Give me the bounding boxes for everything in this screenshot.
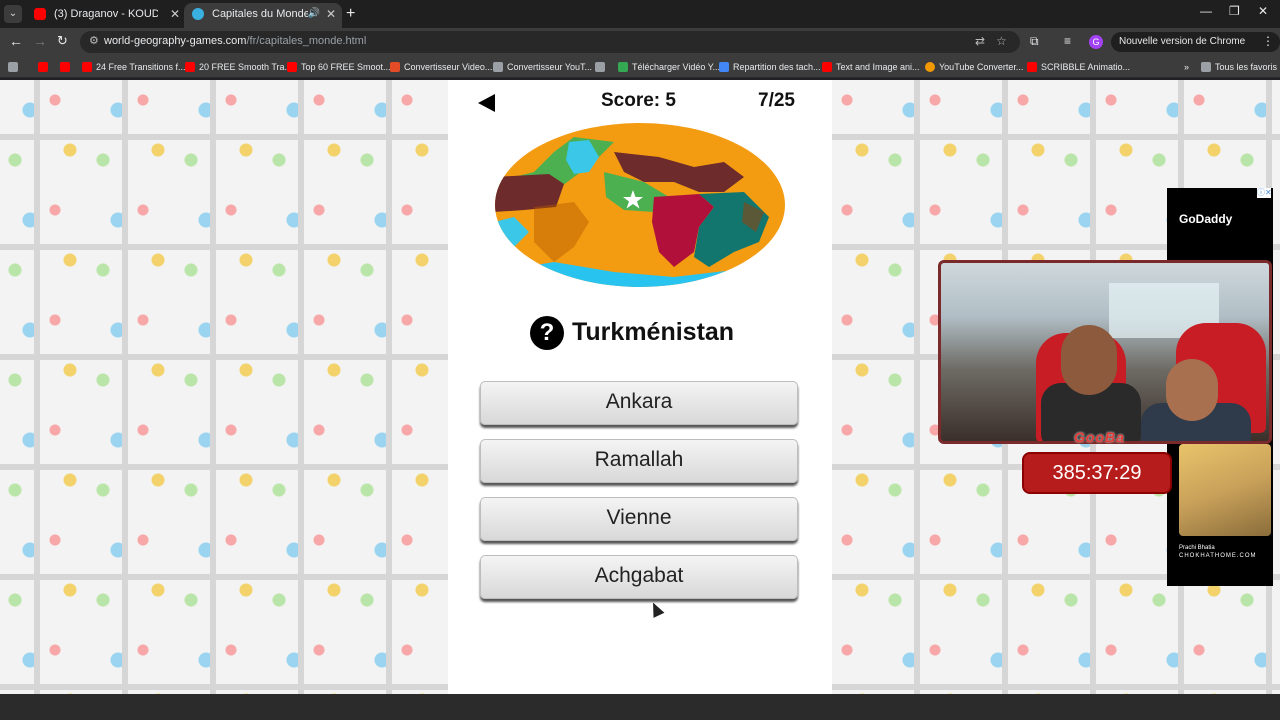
question-country: Turkménistan [572,318,735,346]
ad-brand: GoDaddy [1179,212,1233,226]
converter-icon [493,62,503,72]
extensions-icon[interactable]: ⧉ [1030,34,1039,49]
bookmark-label: Convertisseur Video... [404,62,493,72]
youtube-icon [60,62,70,72]
youtube-icon [82,62,92,72]
answer-button-4[interactable]: Achgabat [480,555,798,599]
close-tab-icon[interactable]: ✕ [170,3,180,25]
apps-icon[interactable] [8,60,22,74]
bookmark-label: Convertisseur YouT... [507,62,593,72]
reload-icon[interactable]: ↻ [57,33,68,49]
ad-choices-icon[interactable]: ⓘ✕ [1257,188,1272,198]
tab-search-button[interactable]: ⌄ [4,5,22,23]
webcam-overlay [938,260,1272,444]
youtube-icon [38,62,48,72]
forward-icon[interactable]: → [33,33,47,49]
address-bar[interactable]: ⚙ world-geography-games.com/fr/capitales… [80,31,1020,53]
bookmark-item[interactable]: Repartition des tach... [719,60,821,74]
back-icon[interactable]: ← [9,33,23,49]
bookmark-label: SCRIBBLE Animatio... [1041,62,1131,72]
restore-icon[interactable]: ❐ [1229,4,1240,18]
youtube-icon [287,62,297,72]
youtube-icon [34,8,46,20]
minimize-icon[interactable]: — [1200,4,1212,18]
globe-icon [192,8,204,20]
answer-button-1[interactable]: Ankara [480,381,798,425]
question-progress: 7/25 [758,90,795,111]
quiz-panel: Score: 5 7/25 ? Turkménistan Ankara Rama… [448,80,832,694]
bookmark-star-icon[interactable]: ☆ [996,34,1007,48]
youtube-icon [1027,62,1037,72]
translate-icon[interactable]: ⇄ [975,34,985,48]
z-icon [390,62,400,72]
bookmark-label: Télécharger Vidéo Y... [632,62,721,72]
answer-button-3[interactable]: Vienne [480,497,798,541]
url-path: /fr/capitales_monde.html [246,35,367,47]
bookmark-label: Top 60 FREE Smoot... [301,62,391,72]
bookmark-item[interactable] [595,60,609,74]
bookmark-label: 20 FREE Smooth Tra... [199,62,293,72]
media-control-icon[interactable]: ≡ [1064,34,1071,48]
bookmark-item[interactable] [38,60,52,74]
grid-icon [8,62,18,72]
tab-title: Capitales du Monde Quiz - [212,8,308,20]
bookmark-item[interactable]: Text and Image ani... [822,60,920,74]
audio-icon[interactable]: 🔊 [308,3,320,25]
tab-title: (3) Draganov - KOUDOUROU X [54,8,158,20]
download-icon [618,62,628,72]
bookmark-label: Text and Image ani... [836,62,920,72]
bookmark-label: Tous les favoris [1215,62,1278,72]
back-arrow-icon[interactable] [478,94,495,112]
ad-caption-site: CHOKHATHOME.COM [1179,553,1257,559]
site-info-icon[interactable]: ⚙ [89,34,99,47]
bookmark-item[interactable]: 20 FREE Smooth Tra... [185,60,292,74]
youtube-icon [822,62,832,72]
bookmark-item[interactable]: Convertisseur Video... [390,60,492,74]
more-bookmarks-icon[interactable]: » [1170,60,1189,74]
bookmarks-bar: 24 Free Transitions f... 20 FREE Smooth … [0,56,1280,78]
youtube-icon [185,62,195,72]
new-tab-button[interactable]: + [346,3,355,25]
tab-youtube[interactable]: (3) Draganov - KOUDOUROU X ✕ [26,3,186,25]
bookmark-label: Repartition des tach... [733,62,821,72]
all-bookmarks-button[interactable]: Tous les favoris [1201,60,1277,74]
bookmark-label: 24 Free Transitions f... [96,62,186,72]
converter-icon [925,62,935,72]
tab-strip: ⌄ (3) Draganov - KOUDOUROU X ✕ Capitales… [0,0,1280,28]
taskbar [0,694,1280,720]
browser-toolbar: ← → ↻ ⚙ world-geography-games.com/fr/cap… [0,28,1280,67]
bookmark-item[interactable]: YouTube Converter... [925,60,1023,74]
bookmark-item[interactable] [60,60,74,74]
bookmark-item[interactable]: 24 Free Transitions f... [82,60,186,74]
update-chrome-button[interactable]: Nouvelle version de Chrome disponible [1111,32,1280,67]
person-head [1061,325,1117,395]
bookmark-item[interactable]: Top 60 FREE Smoot... [287,60,391,74]
close-tab-icon[interactable]: ✕ [326,3,336,25]
bookmark-item[interactable]: Convertisseur YouT... [493,60,592,74]
region-map [495,123,785,287]
close-window-icon[interactable]: ✕ [1258,4,1268,18]
mouse-cursor-icon [647,600,665,618]
bookmark-item[interactable]: SCRIBBLE Animatio... [1027,60,1130,74]
score-label: Score: 5 [601,90,676,111]
docs-icon [719,62,729,72]
ad-caption-name: Prachi Bhatia [1179,545,1215,551]
bookmark-item[interactable]: Télécharger Vidéo Y... [618,60,720,74]
profile-avatar[interactable]: G [1089,35,1103,49]
bookmark-label: YouTube Converter... [939,62,1024,72]
person-head [1166,359,1218,421]
url-host: world-geography-games.com [104,35,247,47]
stream-timer: 385:37:29 [1022,452,1172,494]
answer-button-2[interactable]: Ramallah [480,439,798,483]
folder-icon [1201,62,1211,72]
globe-icon [595,62,605,72]
question-mark-icon[interactable]: ? [530,316,564,350]
webcam-label: GooBa [1074,429,1125,445]
menu-icon[interactable]: ⋮ [1262,34,1274,48]
url-text: world-geography-games.com/fr/capitales_m… [104,35,366,47]
ad-image [1179,444,1271,536]
tab-quiz[interactable]: Capitales du Monde Quiz - 🔊 ✕ [184,3,342,28]
